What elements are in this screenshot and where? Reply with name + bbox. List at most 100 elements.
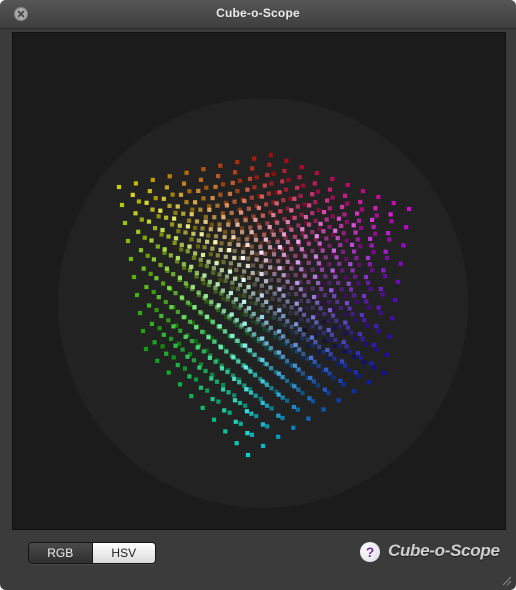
hsv-mode-button[interactable]: HSV [92,543,155,563]
cube-point [175,255,180,261]
cube-point [237,380,242,385]
cube-point [207,204,212,209]
cube-point [259,314,265,320]
cube-point [198,207,203,212]
cube-point [356,374,361,379]
cube-point [264,345,269,351]
cube-point [331,375,336,380]
cube-point [325,198,330,203]
cube-point [230,333,235,338]
cube-point [398,261,403,266]
cube-point [259,264,264,269]
cube-point [292,384,297,389]
cube-point [198,262,203,267]
cube-point [276,392,281,397]
cube-point [266,191,271,196]
cube-point [171,272,176,277]
cube-point [315,300,320,305]
cube-point [306,241,311,246]
cube-point [306,318,311,323]
cube-point [234,267,239,273]
cube-point [269,386,274,391]
mode-segmented-control[interactable]: RGB HSV [28,542,156,564]
cube-point [187,189,192,194]
cube-point [156,214,161,219]
cube-point [194,377,199,382]
cube-point [290,348,295,353]
cube-point [347,306,352,311]
cube-point [173,343,178,348]
cube-point [187,319,193,324]
cube-point [227,242,232,247]
cube-point [298,298,303,303]
cube-point [352,354,357,360]
cube-point [338,305,343,310]
cube-point [335,299,340,304]
cube-point [341,382,346,387]
cube-point [370,217,375,222]
cube-point [343,363,348,368]
cube-point [327,262,332,267]
cube-point [289,305,294,310]
cube-point [314,170,320,176]
cube-point [203,214,208,220]
cube-point [168,253,173,258]
cube-point [160,344,165,349]
cube-point [277,190,282,195]
cube-point [194,219,200,224]
window-title: Cube-o-Scope [216,6,300,20]
cube-point [280,375,285,380]
cube-point [255,297,260,302]
cube-point [215,253,220,258]
cube-point [196,290,201,295]
cube-point [237,400,243,406]
cube-point [239,226,245,231]
title-bar[interactable]: Cube-o-Scope [0,0,516,29]
cube-point [220,211,225,216]
cube-point [326,337,331,342]
cube-point [283,322,288,328]
cube-point [249,195,254,200]
rgb-mode-button[interactable]: RGB [29,543,93,563]
cube-point [334,255,339,260]
cube-point [156,295,161,300]
cube-point [332,356,337,361]
cube-point [289,329,294,334]
cube-point [343,193,348,198]
cube-point [281,313,286,319]
cube-point [300,227,305,232]
cube-point [217,227,222,232]
cube-point [232,398,238,403]
cube-point [310,399,316,404]
cube-point [242,299,247,304]
cube-point [215,203,220,208]
cube-point [327,187,332,192]
cube-point [233,170,238,175]
resize-grip-icon[interactable] [501,575,512,586]
cube-point [213,359,218,364]
cube-point [331,248,336,253]
cube-point [316,261,321,266]
cube-point [221,296,226,301]
cube-point [251,319,256,324]
cube-point [301,312,307,317]
cube-point [295,407,300,412]
rgb-color-cube-icon[interactable] [13,33,505,529]
cube-point [178,328,183,333]
cube-point [205,388,210,393]
cube-point [268,152,274,158]
cube-point [137,310,143,316]
cube-viewport[interactable] [12,32,506,530]
cube-point [313,254,318,259]
cube-point [326,318,332,323]
cube-point [322,338,327,344]
cube-point [217,324,222,329]
cube-point [346,367,351,373]
cube-point [190,207,195,212]
cube-point [245,431,250,436]
cube-point [336,398,341,403]
cube-point [230,285,235,290]
help-button[interactable]: ? [360,542,380,562]
cube-point [242,269,247,274]
cube-point [207,279,212,284]
